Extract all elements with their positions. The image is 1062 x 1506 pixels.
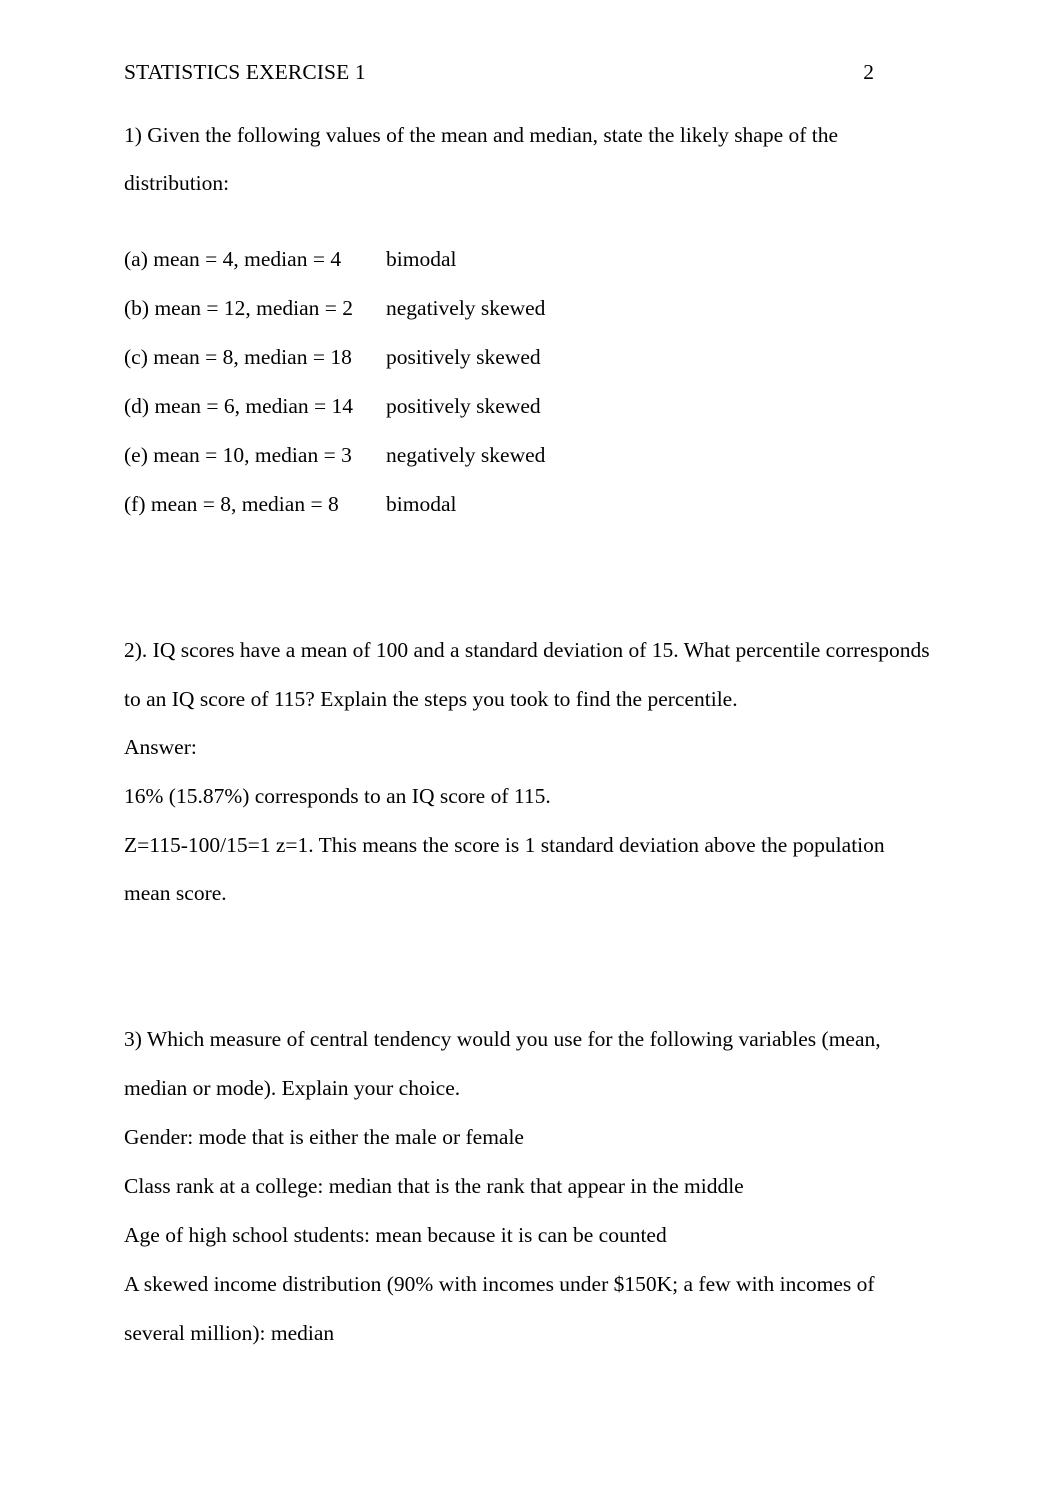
question-1-prompt-line-2: distribution: — [124, 171, 230, 196]
question-3-prompt-line-1: 3) Which measure of central tendency wou… — [124, 1027, 881, 1052]
question-2-answer-label: Answer: — [124, 735, 197, 760]
question-3-prompt-line-2: median or mode). Explain your choice. — [124, 1075, 461, 1100]
document-header: STATISTICS EXERCISE 1 2 — [124, 0, 936, 84]
list-item-answer: negatively skewed — [386, 442, 546, 467]
list-item-label: (d) mean = 6, median = 14 — [124, 393, 354, 418]
list-item: (f) mean = 8, median = 8 bimodal — [124, 480, 936, 529]
list-item-answer: bimodal — [386, 246, 457, 271]
list-item: (a) mean = 4, median = 4 bimodal — [124, 235, 936, 284]
list-item-label: (e) mean = 10, median = 3 — [124, 442, 352, 467]
question-1-prompt-line-1: 1) Given the following values of the mea… — [124, 122, 839, 147]
question-1-answer-list: (a) mean = 4, median = 4 bimodal (b) mea… — [124, 235, 936, 529]
question-2-block: 2). IQ scores have a mean of 100 and a s… — [124, 626, 936, 918]
question-3-answer-gender: Gender: mode that is either the male or … — [124, 1124, 524, 1149]
question-3-answer-income-line-1: A skewed income distribution (90% with i… — [124, 1271, 875, 1296]
header-gap — [124, 84, 936, 111]
question-1-list-gap — [124, 208, 936, 235]
list-item-answer: bimodal — [386, 491, 457, 516]
list-item: (e) mean = 10, median = 3 negatively ske… — [124, 431, 936, 480]
page-number: 2 — [863, 60, 874, 84]
header-title: STATISTICS EXERCISE 1 — [124, 60, 366, 84]
question-2-prompt-line-1: 2). IQ scores have a mean of 100 and a s… — [124, 637, 930, 662]
question-2-answer-line-3: mean score. — [124, 881, 227, 906]
document-page: STATISTICS EXERCISE 1 2 1) Given the fol… — [0, 0, 1062, 1506]
list-item-answer: negatively skewed — [386, 295, 546, 320]
list-item-label: (f) mean = 8, median = 8 — [124, 491, 339, 516]
question-3-answer-income-line-2: several million): median — [124, 1320, 335, 1345]
question-3-block: 3) Which measure of central tendency wou… — [124, 1015, 936, 1357]
list-item: (b) mean = 12, median = 2 negatively ske… — [124, 284, 936, 333]
section-gap-1 — [124, 529, 936, 626]
question-3-answer-age: Age of high school students: mean becaus… — [124, 1222, 667, 1247]
question-3-answer-class-rank: Class rank at a college: median that is … — [124, 1173, 744, 1198]
section-gap-2 — [124, 918, 936, 1015]
list-item-label: (b) mean = 12, median = 2 — [124, 295, 354, 320]
question-2-answer-line-1: 16% (15.87%) corresponds to an IQ score … — [124, 784, 551, 809]
list-item-label: (a) mean = 4, median = 4 — [124, 246, 342, 271]
list-item-answer: positively skewed — [386, 393, 541, 418]
list-item-label: (c) mean = 8, median = 18 — [124, 344, 352, 369]
question-2-prompt-line-2: to an IQ score of 115? Explain the steps… — [124, 686, 738, 711]
list-item: (c) mean = 8, median = 18 positively ske… — [124, 333, 936, 382]
document-body: STATISTICS EXERCISE 1 2 1) Given the fol… — [124, 0, 936, 1358]
question-1-block: 1) Given the following values of the mea… — [124, 111, 936, 529]
list-item-answer: positively skewed — [386, 344, 541, 369]
list-item: (d) mean = 6, median = 14 positively ske… — [124, 382, 936, 431]
question-2-answer-line-2: Z=115-100/15=1 z=1. This means the score… — [124, 832, 885, 857]
